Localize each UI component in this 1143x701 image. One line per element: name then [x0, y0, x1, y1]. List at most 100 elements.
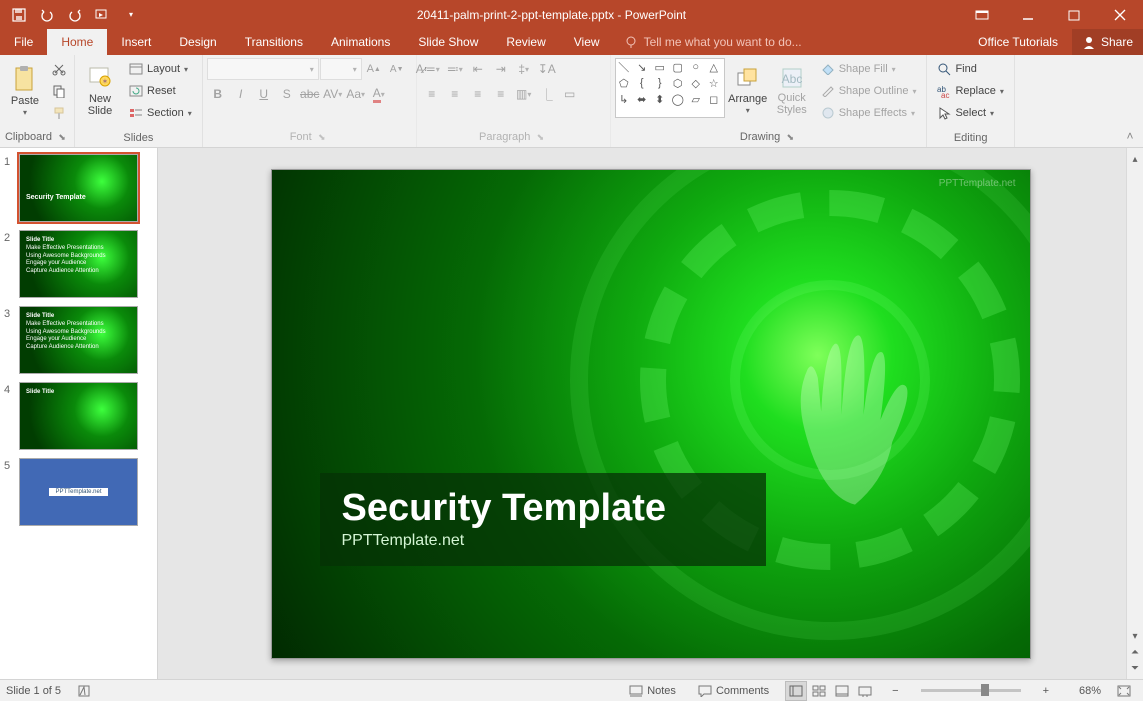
copy-button[interactable] — [48, 80, 70, 102]
font-size-combo[interactable]: ▾ — [320, 58, 362, 80]
tab-animations[interactable]: Animations — [317, 29, 404, 55]
redo-button[interactable] — [62, 3, 88, 27]
italic-button[interactable]: I — [230, 83, 252, 105]
underline-button[interactable]: U — [253, 83, 275, 105]
font-color-button[interactable]: A▾ — [368, 83, 390, 105]
qat-customize-button[interactable]: ▾ — [118, 3, 144, 27]
shape-fill-button[interactable]: Shape Fill▾ — [815, 58, 923, 80]
decrease-indent-button[interactable]: ⇤ — [467, 58, 489, 80]
slide-title: Security Template — [342, 487, 667, 530]
tab-view[interactable]: View — [560, 29, 614, 55]
clipboard-dialog-launcher[interactable]: ⬊ — [55, 130, 69, 144]
section-icon — [129, 107, 143, 119]
title-placeholder[interactable]: Security Template PPTTemplate.net — [320, 473, 767, 566]
tell-me-search[interactable]: Tell me what you want to do... — [614, 29, 965, 55]
zoom-out-button[interactable]: − — [886, 681, 904, 701]
reset-button[interactable]: Reset — [123, 80, 198, 102]
zoom-slider[interactable] — [921, 689, 1021, 692]
cut-button[interactable] — [48, 58, 70, 80]
thumbnail-slide-3[interactable]: Slide Title Make Effective Presentations… — [19, 306, 138, 374]
quick-styles-button[interactable]: Abc Quick Styles — [771, 58, 813, 124]
columns-button[interactable]: ▥▾ — [513, 83, 535, 105]
tab-transitions[interactable]: Transitions — [231, 29, 317, 55]
tab-home[interactable]: Home — [47, 29, 107, 55]
slide-editor[interactable]: PPTTemplate.net Security Template PPTTem… — [158, 148, 1143, 679]
tab-review[interactable]: Review — [492, 29, 559, 55]
align-center-button[interactable]: ≡ — [444, 83, 466, 105]
tab-insert[interactable]: Insert — [107, 29, 165, 55]
tab-design[interactable]: Design — [165, 29, 230, 55]
format-painter-button[interactable] — [48, 102, 70, 124]
align-left-button[interactable]: ≡ — [421, 83, 443, 105]
minimize-button[interactable] — [1005, 0, 1051, 29]
change-case-button[interactable]: Aa▾ — [345, 83, 367, 105]
tab-slideshow[interactable]: Slide Show — [404, 29, 492, 55]
char-spacing-button[interactable]: AV▾ — [322, 83, 344, 105]
normal-view-button[interactable] — [785, 681, 807, 701]
font-family-combo[interactable]: ▾ — [207, 58, 319, 80]
grow-font-button[interactable]: A▲ — [363, 58, 385, 80]
thumbnail-slide-2[interactable]: Slide Title Make Effective Presentations… — [19, 230, 138, 298]
layout-button[interactable]: Layout▾ — [123, 58, 198, 80]
prev-slide-button[interactable]: ⏶ — [1128, 644, 1143, 660]
current-slide[interactable]: PPTTemplate.net Security Template PPTTem… — [271, 169, 1031, 659]
align-right-button[interactable]: ≡ — [467, 83, 489, 105]
slide-thumbnail-panel[interactable]: 1 Security Template 2 Slide Title Make E… — [0, 148, 158, 679]
save-button[interactable] — [6, 3, 32, 27]
align-text-button[interactable]: ⎿ — [536, 83, 558, 105]
arrange-button[interactable]: Arrange▾ — [727, 58, 769, 124]
slide-count-label[interactable]: Slide 1 of 5 — [6, 685, 61, 697]
shape-effects-button[interactable]: Shape Effects▾ — [815, 102, 923, 124]
thumbnail-slide-5[interactable]: PPTTemplate.net — [19, 458, 138, 526]
thumbnail-slide-1[interactable]: Security Template — [19, 154, 138, 222]
shadow-button[interactable]: S — [276, 83, 298, 105]
smartart-button[interactable]: ▭ — [559, 83, 581, 105]
vertical-scrollbar[interactable]: ▴ ▾ ⏶ ⏷ — [1126, 148, 1143, 679]
close-button[interactable] — [1097, 0, 1143, 29]
shape-line[interactable]: ＼ — [618, 61, 630, 73]
paste-button[interactable]: Paste ▾ — [4, 58, 46, 124]
share-button[interactable]: Share — [1072, 29, 1143, 55]
window-title: 20411-palm-print-2-ppt-template.pptx - P… — [144, 8, 959, 22]
numbering-button[interactable]: ≕▾ — [444, 58, 466, 80]
ribbon-options-button[interactable] — [959, 0, 1005, 29]
undo-button[interactable] — [34, 3, 60, 27]
sorter-view-button[interactable] — [808, 681, 830, 701]
collapse-ribbon-button[interactable]: ˄ — [1121, 128, 1139, 144]
shapes-gallery[interactable]: ＼↘▭▢○△ ⬠{}⬡◇☆ ↳⬌⬍◯▱◻ — [615, 58, 725, 118]
paragraph-dialog-launcher[interactable]: ⬊ — [533, 130, 547, 144]
reading-view-button[interactable] — [831, 681, 853, 701]
find-button[interactable]: Find — [931, 58, 1009, 80]
start-from-beginning-button[interactable] — [90, 3, 116, 27]
text-direction-button[interactable]: ↧A — [536, 58, 558, 80]
section-button[interactable]: Section▾ — [123, 102, 198, 124]
scroll-down-button[interactable]: ▾ — [1128, 628, 1143, 644]
next-slide-button[interactable]: ⏷ — [1128, 660, 1143, 676]
shrink-font-button[interactable]: A▼ — [386, 58, 408, 80]
zoom-in-button[interactable]: + — [1037, 681, 1055, 701]
shape-outline-button[interactable]: Shape Outline▾ — [815, 80, 923, 102]
zoom-slider-thumb[interactable] — [981, 684, 989, 696]
fit-to-window-button[interactable] — [1111, 681, 1137, 701]
justify-button[interactable]: ≡ — [490, 83, 512, 105]
bold-button[interactable]: B — [207, 83, 229, 105]
font-dialog-launcher[interactable]: ⬊ — [315, 130, 329, 144]
select-button[interactable]: Select▾ — [931, 102, 1009, 124]
maximize-button[interactable] — [1051, 0, 1097, 29]
zoom-level-label[interactable]: 68% — [1065, 685, 1101, 697]
tab-office-tutorials[interactable]: Office Tutorials — [964, 29, 1072, 55]
strikethrough-button[interactable]: abc — [299, 83, 321, 105]
new-slide-button[interactable]: ✶ New Slide — [79, 58, 121, 124]
comments-button[interactable]: Comments — [692, 681, 775, 701]
replace-button[interactable]: abacReplace▾ — [931, 80, 1009, 102]
increase-indent-button[interactable]: ⇥ — [490, 58, 512, 80]
tab-file[interactable]: File — [0, 29, 47, 55]
slideshow-view-button[interactable] — [854, 681, 876, 701]
thumbnail-slide-4[interactable]: Slide Title — [19, 382, 138, 450]
bullets-button[interactable]: ≔▾ — [421, 58, 443, 80]
drawing-dialog-launcher[interactable]: ⬊ — [783, 130, 797, 144]
scroll-up-button[interactable]: ▴ — [1128, 151, 1143, 167]
line-spacing-button[interactable]: ‡▾ — [513, 58, 535, 80]
spellcheck-button[interactable] — [71, 681, 97, 701]
notes-button[interactable]: Notes — [623, 681, 682, 701]
